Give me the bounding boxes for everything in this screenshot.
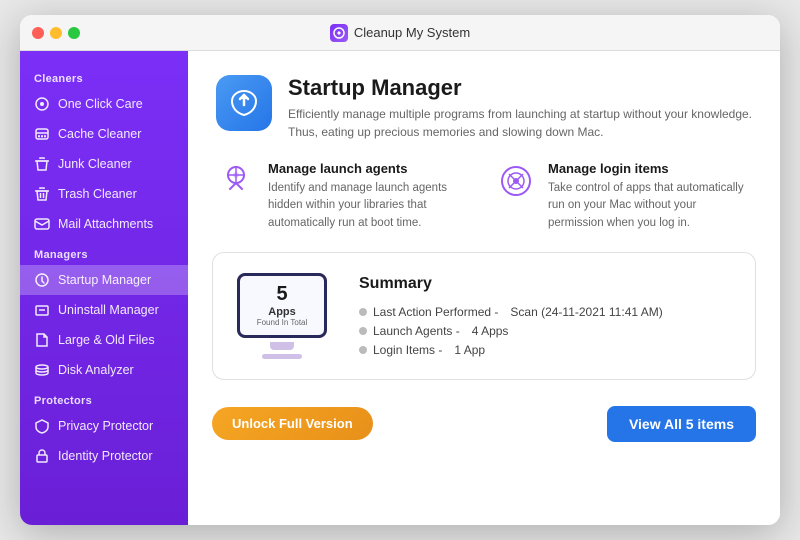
sidebar-item-trash-cleaner[interactable]: Trash Cleaner xyxy=(20,179,188,209)
sidebar-label-mail-attachments: Mail Attachments xyxy=(58,217,153,231)
monitor-stand xyxy=(270,342,294,350)
feature-launch-agents-title: Manage launch agents xyxy=(268,161,472,176)
sidebar-item-privacy-protector[interactable]: Privacy Protector xyxy=(20,411,188,441)
summary-row-1-label: Launch Agents - xyxy=(359,324,460,338)
sidebar-label-cache-cleaner: Cache Cleaner xyxy=(58,127,141,141)
summary-row-2-value: 1 App xyxy=(454,343,485,357)
window-controls xyxy=(32,27,80,39)
summary-row-1-value: 4 Apps xyxy=(472,324,509,338)
features-row: Manage launch agents Identify and manage… xyxy=(188,157,780,252)
feature-login-items-desc: Take control of apps that automatically … xyxy=(548,180,752,232)
sidebar-item-disk-analyzer[interactable]: Disk Analyzer xyxy=(20,355,188,385)
sidebar-label-disk-analyzer: Disk Analyzer xyxy=(58,363,134,377)
feature-launch-agents: Manage launch agents Identify and manage… xyxy=(216,161,472,232)
feature-login-items: Manage login items Take control of apps … xyxy=(496,161,752,232)
minimize-button[interactable] xyxy=(50,27,62,39)
page-header: Startup Manager Efficiently manage multi… xyxy=(188,51,780,157)
monitor-count: 5 xyxy=(257,283,308,306)
close-button[interactable] xyxy=(32,27,44,39)
summary-row-0-value: Scan (24-11-2021 11:41 AM) xyxy=(510,305,662,319)
monitor-apps-label: Apps xyxy=(257,306,308,318)
sidebar: Cleaners One Click Care Cache Cleaner xyxy=(20,51,188,525)
app-icon xyxy=(330,24,348,42)
sidebar-item-large-old-files[interactable]: Large & Old Files xyxy=(20,325,188,355)
summary-dot-2 xyxy=(359,346,367,354)
page-header-text: Startup Manager Efficiently manage multi… xyxy=(288,75,752,141)
summary-dot-1 xyxy=(359,327,367,335)
sidebar-item-mail-attachments[interactable]: Mail Attachments xyxy=(20,209,188,239)
title-bar: Cleanup My System xyxy=(20,15,780,51)
sidebar-label-trash-cleaner: Trash Cleaner xyxy=(58,187,137,201)
footer-bar: Unlock Full Version View All 5 items xyxy=(188,396,780,458)
page-description: Efficiently manage multiple programs fro… xyxy=(288,105,752,141)
login-items-icon xyxy=(496,161,536,206)
sidebar-label-one-click-care: One Click Care xyxy=(58,97,143,111)
sidebar-item-startup-manager[interactable]: Startup Manager xyxy=(20,265,188,295)
sidebar-item-uninstall-manager[interactable]: Uninstall Manager xyxy=(20,295,188,325)
app-title-area: Cleanup My System xyxy=(330,24,470,42)
summary-row-0-label: Last Action Performed - xyxy=(359,305,498,319)
page-header-icon xyxy=(216,75,272,131)
summary-row-2-label: Login Items - xyxy=(359,343,442,357)
section-label-managers: Managers xyxy=(20,239,188,265)
section-label-cleaners: Cleaners xyxy=(20,63,188,89)
sidebar-item-cache-cleaner[interactable]: Cache Cleaner xyxy=(20,119,188,149)
summary-card: 5 Apps Found In Total Summary xyxy=(212,252,756,380)
feature-launch-agents-desc: Identify and manage launch agents hidden… xyxy=(268,180,472,232)
sidebar-label-large-old-files: Large & Old Files xyxy=(58,333,155,347)
page-title: Startup Manager xyxy=(288,75,752,101)
monitor-base xyxy=(262,354,302,359)
sidebar-label-uninstall-manager: Uninstall Manager xyxy=(58,303,159,317)
view-all-button[interactable]: View All 5 items xyxy=(607,406,756,442)
sidebar-label-identity-protector: Identity Protector xyxy=(58,449,153,463)
sidebar-item-identity-protector[interactable]: Identity Protector xyxy=(20,441,188,471)
sidebar-label-junk-cleaner: Junk Cleaner xyxy=(58,157,132,171)
summary-title: Summary xyxy=(359,275,731,293)
main-panel: Startup Manager Efficiently manage multi… xyxy=(188,51,780,525)
unlock-button[interactable]: Unlock Full Version xyxy=(212,407,373,440)
app-window: Cleanup My System Cleaners One Click Car… xyxy=(20,15,780,525)
monitor-sub-label: Found In Total xyxy=(257,318,308,327)
monitor-body: 5 Apps Found In Total xyxy=(237,273,327,338)
summary-visual: 5 Apps Found In Total xyxy=(237,273,327,359)
maximize-button[interactable] xyxy=(68,27,80,39)
launch-agents-icon xyxy=(216,161,256,206)
summary-dot-0 xyxy=(359,308,367,316)
sidebar-label-privacy-protector: Privacy Protector xyxy=(58,419,153,433)
feature-login-items-text: Manage login items Take control of apps … xyxy=(548,161,752,232)
app-title: Cleanup My System xyxy=(354,25,470,40)
feature-launch-agents-text: Manage launch agents Identify and manage… xyxy=(268,161,472,232)
feature-login-items-title: Manage login items xyxy=(548,161,752,176)
sidebar-item-one-click-care[interactable]: One Click Care xyxy=(20,89,188,119)
section-label-protectors: Protectors xyxy=(20,385,188,411)
sidebar-item-junk-cleaner[interactable]: Junk Cleaner xyxy=(20,149,188,179)
main-content: Cleaners One Click Care Cache Cleaner xyxy=(20,51,780,525)
sidebar-label-startup-manager: Startup Manager xyxy=(58,273,151,287)
summary-content: Summary Last Action Performed - Scan (24… xyxy=(359,275,731,357)
